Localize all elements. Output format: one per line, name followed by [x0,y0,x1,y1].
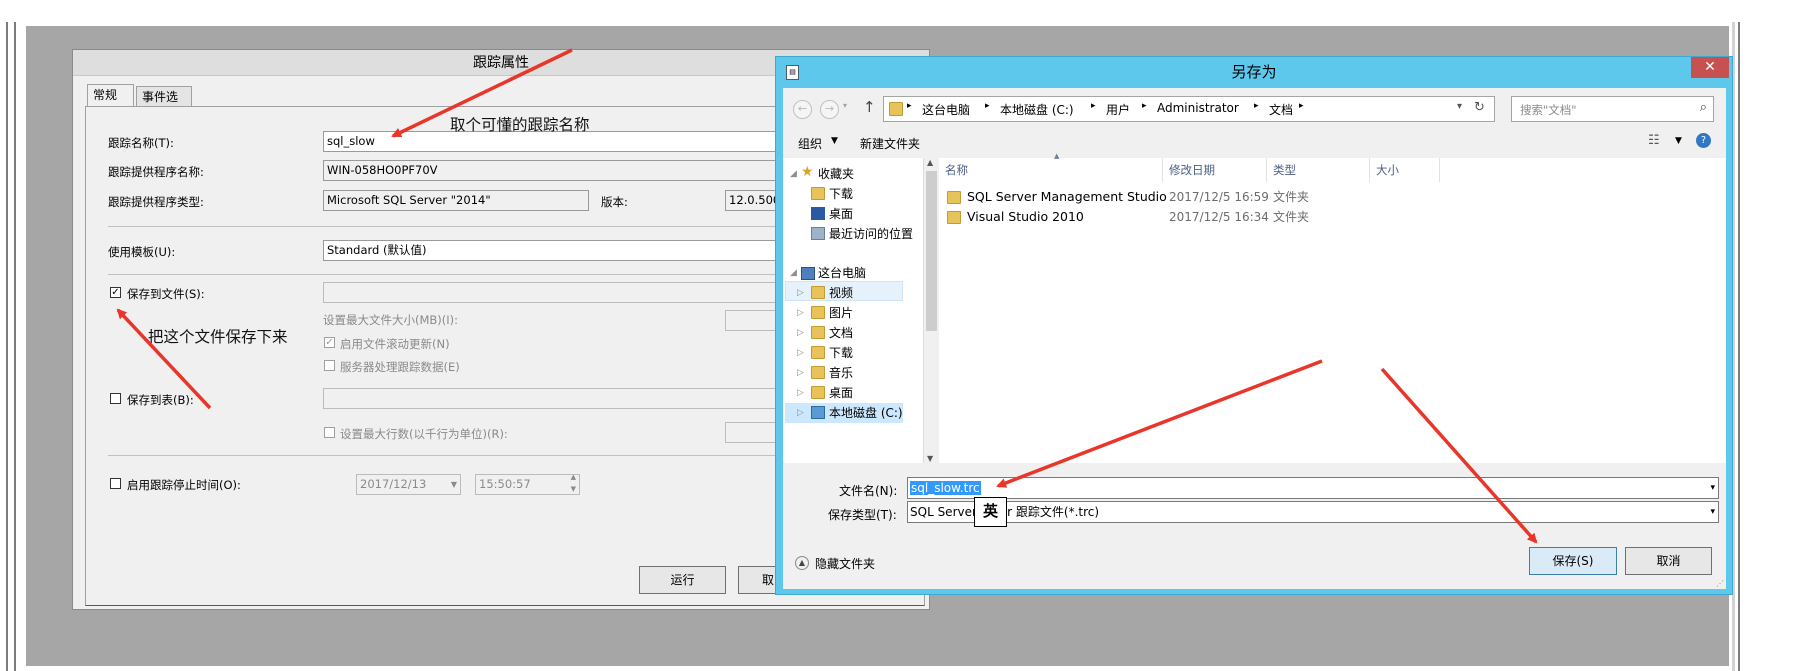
arrow-to-save-button [1380,367,1538,544]
arrow-to-trace-name [391,48,573,138]
arrow-to-filename [996,359,1323,488]
annotation-arrows [116,48,1538,544]
arrow-to-save-to-file [116,308,212,410]
